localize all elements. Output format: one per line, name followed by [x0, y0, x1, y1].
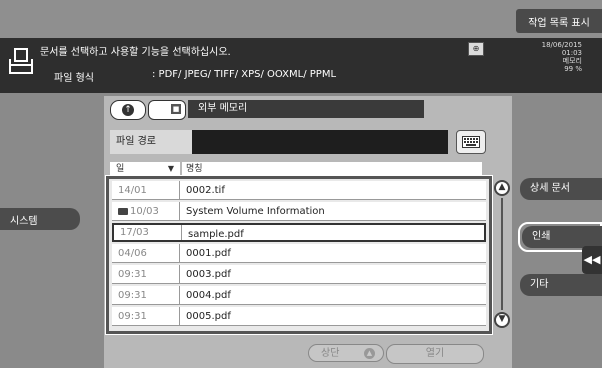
arrow-up-icon: ▲: [364, 348, 375, 359]
scroll-up-button[interactable]: ▲: [494, 180, 510, 196]
open-button[interactable]: 열기: [386, 344, 484, 364]
file-date: 09:31: [112, 265, 180, 283]
file-row[interactable]: 09:31 0004.pdf: [112, 286, 486, 305]
arrow-up-icon: ↑: [122, 104, 134, 116]
name-column-header[interactable]: 명칭: [182, 162, 482, 176]
file-row[interactable]: 09:31 0005.pdf: [112, 307, 486, 326]
scroll-down-button[interactable]: ▼: [494, 312, 510, 328]
datetime-status: 18/06/2015 01:03 메모리 99 %: [522, 41, 582, 73]
file-type-label: 파일 형식: [54, 73, 94, 84]
memory-value: 99 %: [564, 65, 582, 73]
file-date: 09:31: [112, 286, 180, 304]
file-date-cell: 10/03: [112, 202, 180, 220]
job-list-button[interactable]: 작업 목록 표시: [516, 9, 602, 33]
file-path-label: 파일 경로: [110, 130, 192, 154]
parent-folder-button[interactable]: ↑: [110, 100, 146, 120]
file-path-field[interactable]: [192, 130, 448, 154]
document-box-icon: [9, 48, 33, 74]
location-name: 외부 메모리: [188, 100, 424, 118]
sort-down-icon: ▼: [167, 164, 174, 173]
file-name: 0003.pdf: [186, 269, 231, 280]
file-name: 0005.pdf: [186, 311, 231, 322]
file-name: System Volume Information: [186, 206, 325, 217]
instruction-message: 문서를 선택하고 사용할 기능을 선택하십시오.: [40, 47, 231, 58]
file-list: 14/01 0002.tif 10/03 System Volume Infor…: [105, 175, 493, 335]
system-button[interactable]: 시스템: [0, 208, 80, 230]
memory-status-icon: ⊕: [468, 42, 484, 56]
folder-icon: [118, 207, 128, 215]
file-row-selected[interactable]: 17/03 sample.pdf: [112, 223, 486, 242]
date-column-header[interactable]: 일 ▼: [110, 162, 180, 176]
file-date: 09:31: [112, 307, 180, 325]
file-row[interactable]: 14/01 0002.tif: [112, 181, 486, 200]
file-name: 0002.tif: [186, 185, 225, 196]
keyboard-button[interactable]: [456, 130, 486, 154]
time-text: 01:03: [561, 49, 582, 57]
file-row[interactable]: 04/06 0001.pdf: [112, 244, 486, 263]
file-date: 14/01: [112, 181, 180, 199]
keyboard-icon: [462, 136, 480, 148]
go-top-label: 상단: [321, 348, 340, 359]
file-name: 0004.pdf: [186, 290, 231, 301]
file-name: 0001.pdf: [186, 248, 231, 259]
top-strip: [0, 0, 602, 38]
file-date: 04/06: [112, 244, 180, 262]
file-type-value: : PDF/ JPEG/ TIFF/ XPS/ OOXML/ PPML: [152, 69, 337, 80]
chevron-down-icon: ▼: [498, 314, 506, 324]
storage-icon: ■: [171, 104, 181, 114]
folder-row[interactable]: 10/03 System Volume Information: [112, 202, 486, 221]
other-button[interactable]: 기타: [520, 274, 602, 296]
date-column-label: 일: [116, 164, 125, 174]
memory-label: 메모리: [562, 57, 582, 65]
document-details-button[interactable]: 상세 문서: [520, 178, 602, 200]
file-row[interactable]: 09:31 0003.pdf: [112, 265, 486, 284]
print-button[interactable]: 인쇄: [522, 226, 602, 248]
storage-tab[interactable]: ■: [148, 100, 186, 120]
file-date: 10/03: [130, 205, 159, 217]
go-top-button[interactable]: 상단 ▲: [308, 344, 384, 362]
scroll-track[interactable]: [501, 198, 503, 310]
file-date: 17/03: [114, 225, 182, 240]
file-name: sample.pdf: [188, 229, 244, 240]
date-text: 18/06/2015: [541, 41, 582, 49]
double-chevron-left-icon: ◀◀: [583, 253, 601, 266]
collapse-panel-button[interactable]: ◀◀: [582, 246, 602, 274]
chevron-up-icon: ▲: [498, 182, 506, 192]
